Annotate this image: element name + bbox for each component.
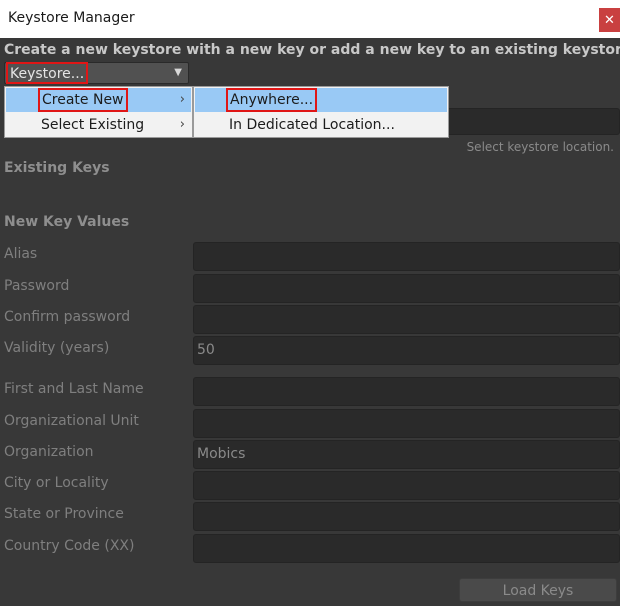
validity-label: Validity (years) (4, 340, 110, 356)
password-label: Password (4, 278, 70, 294)
submenu-arrow-icon: › (179, 92, 185, 107)
submenu-item-label: In Dedicated Location... (229, 117, 395, 133)
alias-label: Alias (4, 246, 38, 262)
close-button[interactable]: ✕ (599, 8, 620, 32)
country-code-label: Country Code (XX) (4, 538, 135, 554)
state-field[interactable] (193, 502, 620, 531)
menu-item-label: Select Existing (41, 117, 145, 133)
menu-item-select-existing[interactable]: Select Existing › (6, 113, 191, 137)
country-code-field[interactable] (193, 534, 620, 563)
title-bar: Keystore Manager ✕ (0, 0, 620, 38)
menu-item-create-new[interactable]: Create New › (6, 88, 191, 112)
close-icon: ✕ (604, 12, 615, 28)
submenu-arrow-icon: › (179, 117, 185, 132)
city-label: City or Locality (4, 475, 109, 491)
existing-keys-heading: Existing Keys (4, 160, 110, 176)
load-keys-button[interactable]: Load Keys (459, 578, 617, 602)
submenu-item-anywhere[interactable]: Anywhere... (195, 88, 447, 112)
keystore-popup-label: Keystore... (6, 62, 89, 84)
name-field[interactable] (193, 377, 620, 406)
header-instructions: Create a new keystore with a new key or … (4, 42, 620, 58)
new-key-values-heading: New Key Values (4, 214, 130, 230)
org-unit-field[interactable] (193, 409, 620, 438)
submenu-item-dedicated-location[interactable]: In Dedicated Location... (195, 113, 447, 137)
alias-field[interactable] (193, 242, 620, 271)
keystore-popup[interactable]: Keystore... ▼ (4, 62, 189, 84)
name-label: First and Last Name (4, 381, 144, 397)
city-field[interactable] (193, 471, 620, 500)
dropdown-arrow-icon: ▼ (174, 67, 182, 78)
create-new-submenu: Anywhere... In Dedicated Location... (193, 86, 449, 138)
keystore-location-hint: Select keystore location. (466, 140, 614, 154)
window-title: Keystore Manager (8, 10, 135, 26)
validity-field[interactable]: 50 (193, 336, 620, 365)
submenu-item-label: Anywhere... (226, 88, 318, 112)
organization-field[interactable]: Mobics (193, 440, 620, 469)
keystore-menu: Create New › Select Existing › (4, 86, 193, 138)
menu-item-label: Create New (38, 88, 128, 112)
organization-label: Organization (4, 444, 94, 460)
confirm-password-label: Confirm password (4, 309, 131, 325)
state-label: State or Province (4, 506, 124, 522)
password-field[interactable] (193, 274, 620, 303)
confirm-password-field[interactable] (193, 305, 620, 334)
org-unit-label: Organizational Unit (4, 413, 139, 429)
